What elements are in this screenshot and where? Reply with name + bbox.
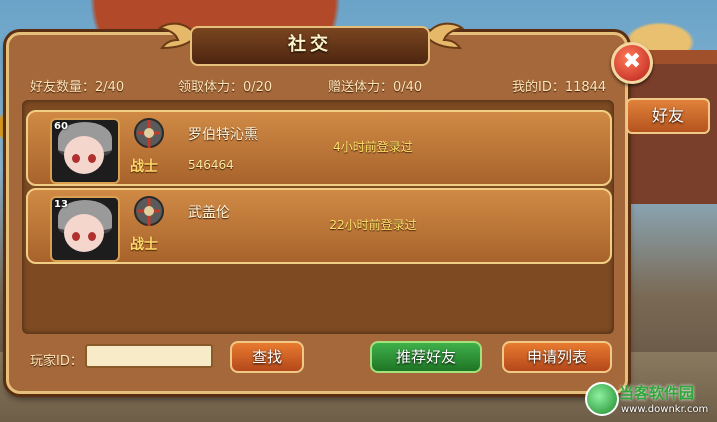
my-id: 我的ID：11844 bbox=[512, 80, 607, 95]
friend-level: 60 bbox=[54, 121, 68, 132]
recommend-friends-button[interactable]: 推荐好友 bbox=[370, 341, 482, 373]
stats-bar: 好友数量：2/40 领取体力：0/20 赠送体力：0/40 我的ID：11844 bbox=[30, 74, 610, 96]
tab-friends[interactable]: 好友 bbox=[626, 98, 710, 134]
player-id-label: 玩家ID： bbox=[30, 354, 83, 369]
dialog-title: 社交 bbox=[190, 26, 430, 66]
request-list-button[interactable]: 申请列表 bbox=[502, 341, 612, 373]
friend-last-login: 22小时前登录过 bbox=[329, 218, 417, 232]
friend-row[interactable]: 60 战士 罗伯特沁熏 546464 4小时前登录过 bbox=[26, 110, 612, 186]
watermark-url: www.downkr.com bbox=[621, 404, 709, 415]
watermark-logo-icon bbox=[585, 382, 619, 416]
friend-name: 罗伯特沁熏 bbox=[188, 127, 258, 143]
friend-row[interactable]: 13 战士 武盖伦 22小时前登录过 bbox=[26, 188, 612, 264]
friend-id: 546464 bbox=[188, 158, 234, 172]
friend-avatar[interactable]: 60 bbox=[50, 118, 120, 184]
site-watermark: 当客软件园 www.downkr.com bbox=[583, 380, 717, 422]
search-button[interactable]: 查找 bbox=[230, 341, 304, 373]
warrior-class-icon bbox=[134, 118, 164, 148]
gift-stamina: 赠送体力：0/40 bbox=[328, 80, 423, 95]
friend-class: 战士 bbox=[130, 237, 158, 253]
close-button[interactable]: ✖ bbox=[611, 42, 653, 84]
claim-stamina: 领取体力：0/20 bbox=[178, 80, 273, 95]
friend-avatar[interactable]: 13 bbox=[50, 196, 120, 262]
right-wing-ornament bbox=[424, 22, 464, 50]
warrior-class-icon bbox=[134, 196, 164, 226]
friend-count: 好友数量：2/40 bbox=[30, 80, 125, 95]
friend-last-login: 4小时前登录过 bbox=[333, 140, 413, 154]
watermark-name: 当客软件园 bbox=[619, 384, 695, 402]
friend-name: 武盖伦 bbox=[188, 205, 230, 221]
friend-class: 战士 bbox=[130, 159, 158, 175]
friend-list[interactable]: 60 战士 罗伯特沁熏 546464 4小时前登录过 13 战士 武盖伦 22小… bbox=[22, 100, 614, 334]
player-id-input[interactable] bbox=[85, 344, 213, 368]
friend-level: 13 bbox=[54, 199, 68, 210]
